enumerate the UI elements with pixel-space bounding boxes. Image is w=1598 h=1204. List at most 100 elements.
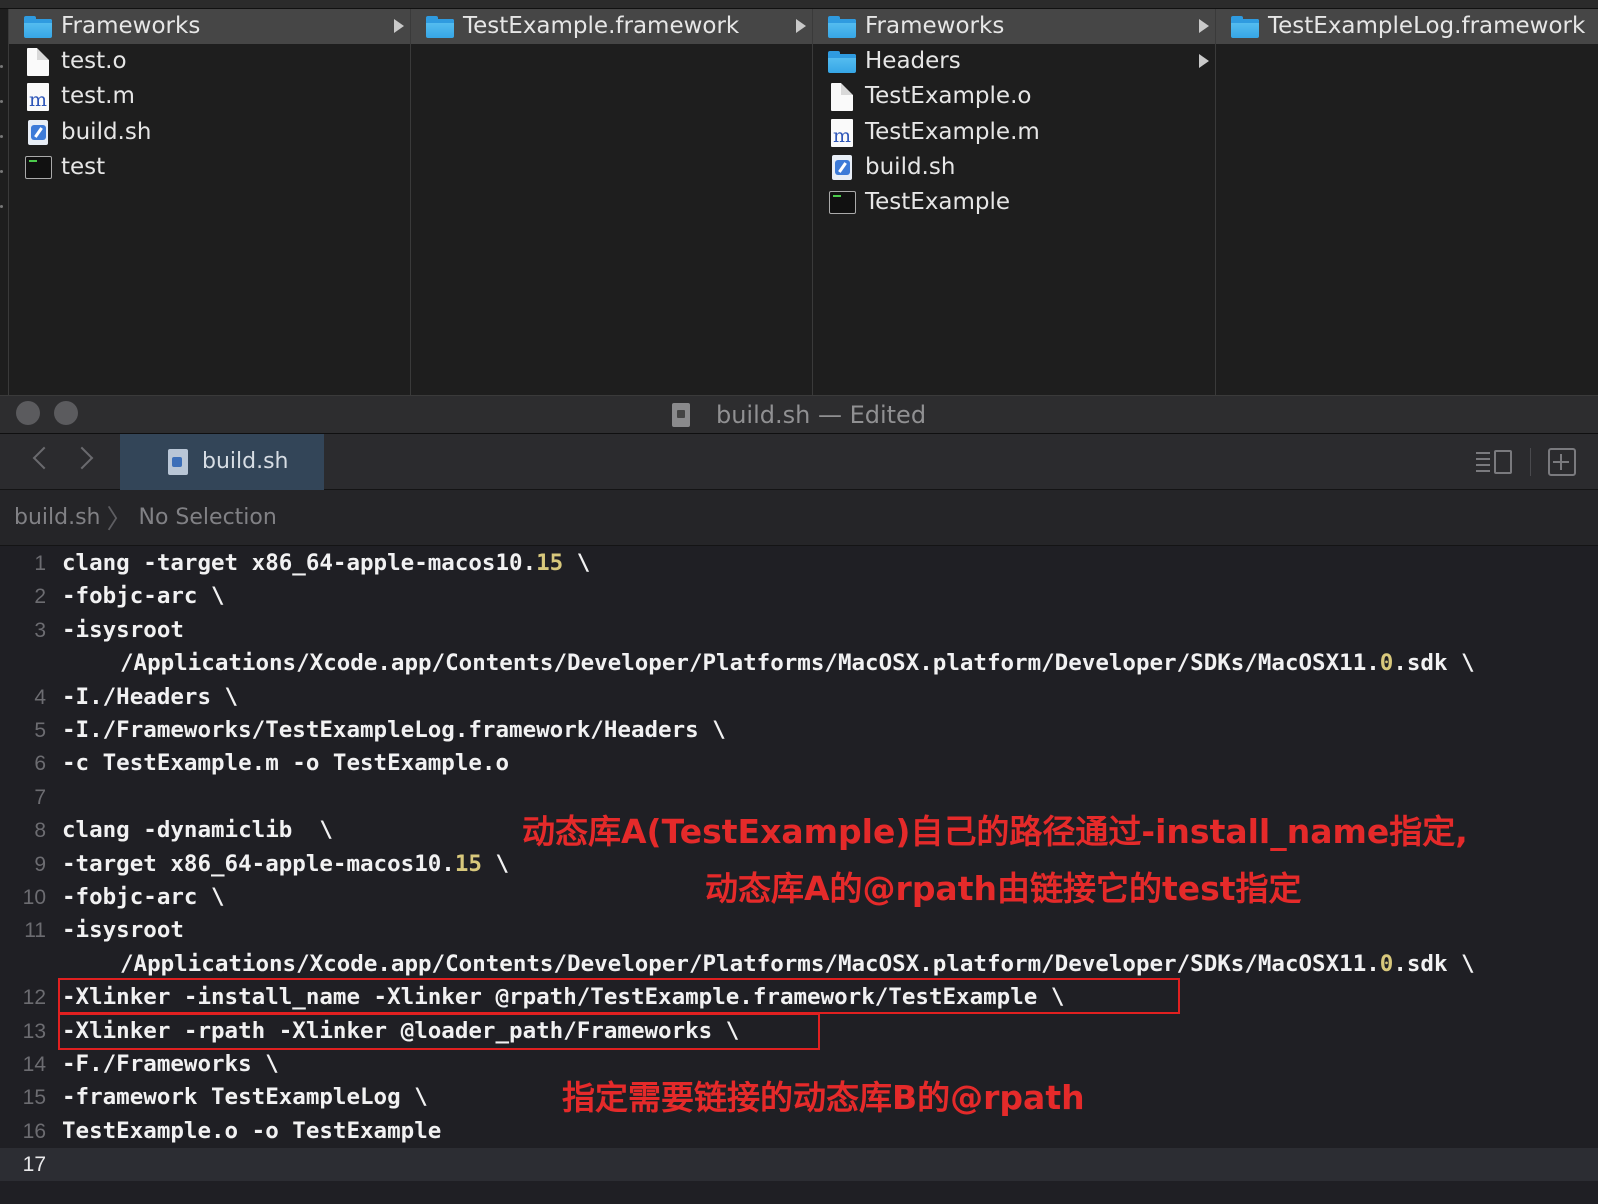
- line-number: 3: [34, 618, 46, 642]
- code-token: .sdk \: [1393, 950, 1475, 977]
- folder-icon: [827, 13, 857, 39]
- jump-bar: build.sh 〉 No Selection: [0, 490, 1598, 546]
- finder-item-label: test.m: [61, 83, 135, 110]
- line-number: 17: [22, 1153, 46, 1177]
- window-title: build.sh — Edited: [715, 401, 927, 429]
- finder-item[interactable]: Frameworks: [9, 9, 410, 44]
- code-token: clang -dynamiclib \: [62, 817, 333, 844]
- folder-icon: [827, 48, 857, 74]
- code-text: /Applications/Xcode.app/Contents/Develop…: [120, 948, 1475, 981]
- code-line[interactable]: 1 clang -target x86_64-apple-macos10.15 \: [0, 547, 1598, 580]
- line-number: 7: [34, 785, 46, 809]
- finder-item[interactable]: TestExample.framework: [411, 9, 812, 44]
- finder-item-label: TestExample.framework: [463, 13, 740, 39]
- shell-script-icon: [23, 119, 53, 145]
- folder-icon: [23, 13, 53, 39]
- finder-item[interactable]: m test.m: [9, 79, 410, 114]
- finder-item[interactable]: TestExample: [813, 185, 1215, 220]
- finder-item[interactable]: build.sh: [813, 150, 1215, 185]
- finder-column-2: TestExample.framework: [411, 9, 813, 395]
- code-line[interactable]: 2 -fobjc-arc \: [0, 580, 1598, 613]
- line-number: 5: [34, 719, 46, 742]
- window-titlebar: build.sh — Edited: [0, 396, 1598, 434]
- code-line[interactable]: 4 -I./Headers \: [0, 681, 1598, 714]
- code-line[interactable]: 16 TestExample.o -o TestExample: [0, 1115, 1598, 1148]
- numeric-literal: 15: [536, 550, 564, 576]
- highlight-box-rpath: [58, 1013, 820, 1050]
- code-line[interactable]: 17: [0, 1148, 1598, 1182]
- disclosure-arrow-icon: [796, 19, 806, 33]
- document-proxy-icon[interactable]: [671, 403, 690, 427]
- finder-item[interactable]: Frameworks: [813, 9, 1215, 44]
- code-line[interactable]: /Applications/Xcode.app/Contents/Develop…: [0, 647, 1598, 680]
- finder-item-label: Headers: [865, 48, 961, 75]
- finder-item-label: TestExample.m: [865, 118, 1040, 145]
- jumpbar-file[interactable]: build.sh: [14, 505, 101, 530]
- disclosure-arrow-icon: [1199, 19, 1209, 33]
- finder-column-browser: Frameworks test.o m test.m build.sh test Test…: [0, 0, 1598, 396]
- numeric-literal: 0: [1379, 950, 1394, 977]
- source-editor[interactable]: 17 16 TestExample.o -o TestExample 15 -frame…: [0, 547, 1598, 1204]
- finder-prev-column-edge: [0, 9, 9, 395]
- code-token: -isysroot: [62, 917, 184, 944]
- code-text: -framework TestExampleLog \: [62, 1081, 428, 1114]
- line-number: 15: [22, 1086, 46, 1110]
- finder-toolbar-edge: [0, 0, 1598, 9]
- back-chevron-icon[interactable]: [32, 446, 56, 470]
- code-token: clang -target x86_64-apple-macos10.: [62, 550, 537, 576]
- code-text: -target x86_64-apple-macos10.15 \: [62, 848, 509, 881]
- code-token: .sdk \: [1393, 650, 1475, 677]
- code-token: -F./Frameworks \: [62, 1051, 279, 1077]
- line-number: 4: [34, 685, 46, 709]
- code-text: TestExample.o -o TestExample: [62, 1115, 441, 1148]
- finder-item-label: test.o: [61, 48, 127, 75]
- code-line[interactable]: 11 -isysroot: [0, 914, 1598, 947]
- objc-file-icon: m: [23, 83, 53, 112]
- tab-build-sh[interactable]: build.sh: [120, 434, 324, 490]
- code-token: -c TestExample.m -o TestExample.o: [62, 750, 510, 777]
- code-text: -fobjc-arc \: [62, 881, 225, 914]
- finder-item[interactable]: Headers: [813, 44, 1215, 79]
- finder-item[interactable]: TestExample.o: [813, 79, 1215, 114]
- finder-item-label: Frameworks: [865, 13, 1005, 39]
- tab-label: build.sh: [202, 449, 289, 474]
- finder-column-1: Frameworks test.o m test.m build.sh test: [9, 9, 411, 395]
- finder-item-label: test: [61, 153, 106, 180]
- finder-item[interactable]: m TestExample.m: [813, 115, 1215, 150]
- line-number: 1: [34, 552, 46, 575]
- chevron-right-icon: 〉: [106, 505, 133, 535]
- finder-item[interactable]: TestExampleLog.framework: [1216, 9, 1598, 44]
- code-text: -isysroot: [62, 914, 184, 947]
- shell-script-icon: [168, 449, 188, 475]
- finder-item[interactable]: build.sh: [9, 115, 410, 150]
- code-text: -c TestExample.m -o TestExample.o: [62, 747, 509, 780]
- numeric-literal: 0: [1379, 650, 1394, 677]
- annotation-install-name-line1: 动态库A(TestExample)自己的路径通过-install_name指定,: [522, 812, 1468, 851]
- line-number: 10: [22, 886, 46, 909]
- code-token: -target x86_64-apple-macos10.: [62, 850, 455, 877]
- finder-item-label: TestExampleLog.framework: [1268, 13, 1586, 39]
- finder-item[interactable]: test: [9, 150, 410, 185]
- code-text: /Applications/Xcode.app/Contents/Develop…: [120, 647, 1475, 680]
- finder-column-3: Frameworks Headers TestExample.o m TestExamp…: [813, 9, 1216, 395]
- line-number: 12: [22, 986, 46, 1010]
- line-number: 2: [34, 585, 46, 609]
- code-line[interactable]: 5 -I./Frameworks/TestExampleLog.framework…: [0, 714, 1598, 747]
- code-token: -framework TestExampleLog \: [62, 1084, 428, 1111]
- code-line[interactable]: 6 -c TestExample.m -o TestExample.o: [0, 747, 1598, 780]
- code-line[interactable]: /Applications/Xcode.app/Contents/Develop…: [0, 948, 1598, 981]
- jumpbar-selection[interactable]: No Selection: [139, 505, 277, 530]
- finder-column-4: TestExampleLog.framework: [1216, 9, 1598, 395]
- finder-item[interactable]: test.o: [9, 44, 410, 79]
- folder-icon: [425, 13, 455, 39]
- line-number: 8: [34, 819, 46, 843]
- code-token: TestExample.o -o TestExample: [62, 1117, 442, 1144]
- line-number: 14: [22, 1053, 46, 1076]
- add-editor-icon[interactable]: [1548, 448, 1576, 476]
- forward-chevron-icon[interactable]: [70, 446, 94, 470]
- xcode-window: build.sh — Edited build.sh build.sh 〉 No…: [0, 396, 1598, 1204]
- disclosure-arrow-icon: [394, 19, 404, 33]
- code-token: -fobjc-arc \: [62, 583, 225, 610]
- editor-options-icon[interactable]: [1476, 448, 1516, 476]
- code-line[interactable]: 3 -isysroot: [0, 614, 1598, 647]
